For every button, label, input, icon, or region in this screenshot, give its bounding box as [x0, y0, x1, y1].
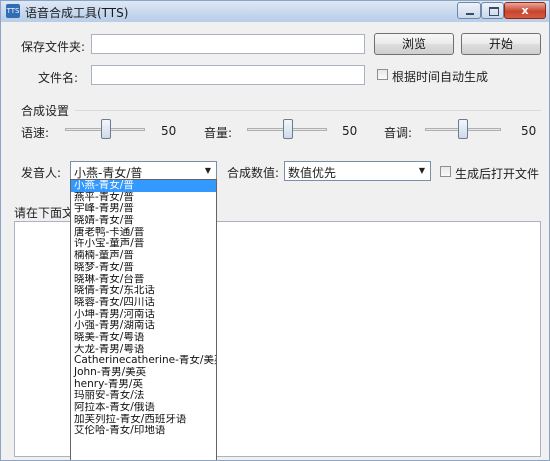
app-tts-icon: TTS [6, 4, 20, 18]
settings-group-label: 合成设置 [21, 104, 70, 118]
speed-label: 语速: [21, 126, 50, 140]
speed-slider-thumb[interactable] [101, 119, 111, 139]
synth-value-selected: 数值优先 [288, 166, 337, 180]
synth-value-select[interactable]: 数值优先 ▼ [284, 161, 431, 181]
speaker-option[interactable]: 小燕-青女/普 [71, 180, 216, 192]
input-text-label: 请在下面文 [14, 206, 75, 220]
speaker-option[interactable]: 晓婧-青女/普 [71, 215, 216, 227]
speaker-option[interactable]: 晓蓉-青女/四川话 [71, 297, 216, 309]
synth-value-label: 合成数值: [227, 166, 280, 180]
speaker-option[interactable]: 晓美-青女/粤语 [71, 332, 216, 344]
speaker-option[interactable]: 艾伦哈-青女/印地语 [71, 425, 216, 437]
speaker-option[interactable]: 大龙-青男/粤语 [71, 344, 216, 356]
auto-filename-label: 根据时间自动生成 [392, 70, 489, 84]
speaker-option[interactable]: Catherinecatherine-青女/美英 [71, 355, 216, 367]
chevron-down-icon: ▼ [418, 166, 426, 175]
speaker-option[interactable]: 小坤-青男/河南话 [71, 309, 216, 321]
close-icon: x [521, 4, 529, 17]
speaker-option[interactable]: 玛丽安-青女/法 [71, 390, 216, 402]
pitch-label: 音调: [384, 126, 413, 140]
open-after-label: 生成后打开文件 [455, 167, 540, 181]
chevron-down-icon: ▼ [204, 166, 212, 175]
volume-slider-thumb[interactable] [283, 119, 293, 139]
speed-value: 50 [161, 124, 177, 138]
open-after-checkbox[interactable] [440, 166, 451, 177]
volume-label: 音量: [204, 126, 233, 140]
auto-filename-checkbox[interactable] [377, 69, 388, 80]
speaker-option[interactable]: 晓梦-青女/普 [71, 262, 216, 274]
speaker-option[interactable]: 楠楠-童声/普 [71, 250, 216, 262]
pitch-value: 50 [521, 124, 537, 138]
speaker-label: 发音人: [21, 166, 62, 180]
speaker-option[interactable]: 宇峰-青男/普 [71, 203, 216, 215]
close-button[interactable]: x [504, 2, 546, 19]
maximize-icon [482, 3, 503, 18]
speaker-option[interactable]: henry-青男/英 [71, 379, 216, 391]
speaker-option[interactable]: 许小宝-童声/普 [71, 238, 216, 250]
tts-window: TTS 语音合成工具(TTS) x 保存文件夹: 浏览 开始 文件名: 根据时间… [0, 0, 550, 461]
filename-label: 文件名: [38, 71, 79, 85]
speaker-option[interactable]: 唐老鸭-卡通/普 [71, 227, 216, 239]
minimize-button[interactable] [457, 2, 481, 19]
minimize-icon [458, 3, 480, 18]
settings-group-divider [75, 110, 541, 111]
speaker-option[interactable]: 小强-青男/湖南话 [71, 320, 216, 332]
speaker-option[interactable]: 晓倩-青女/东北话 [71, 285, 216, 297]
start-button[interactable]: 开始 [461, 33, 541, 55]
speaker-option[interactable]: 晓琳-青女/台普 [71, 274, 216, 286]
save-folder-label: 保存文件夹: [21, 40, 86, 54]
speaker-option[interactable]: 阿拉本-青女/俄语 [71, 402, 216, 414]
title-bar[interactable]: TTS 语音合成工具(TTS) x [1, 1, 549, 22]
volume-value: 50 [342, 124, 358, 138]
speaker-option[interactable]: 加芙列拉-青女/西班牙语 [71, 414, 216, 426]
filename-input[interactable] [91, 65, 365, 85]
save-folder-input[interactable] [91, 34, 365, 54]
maximize-button[interactable] [481, 2, 504, 19]
pitch-slider-thumb[interactable] [458, 119, 468, 139]
speaker-option[interactable]: John-青男/美英 [71, 367, 216, 379]
speaker-dropdown-list: 小燕-青女/普 燕平-青女/普 宇峰-青男/普 晓婧-青女/普 唐老鸭-卡通/普 许小宝-… [70, 179, 217, 460]
window-title: 语音合成工具(TTS) [25, 6, 129, 20]
speaker-options: 小燕-青女/普 燕平-青女/普 宇峰-青男/普 晓婧-青女/普 唐老鸭-卡通/普 许小宝-… [71, 180, 216, 437]
browse-button[interactable]: 浏览 [374, 33, 454, 55]
speaker-select[interactable]: 小燕-青女/普 ▼ [70, 161, 217, 181]
speaker-option[interactable]: 燕平-青女/普 [71, 192, 216, 204]
